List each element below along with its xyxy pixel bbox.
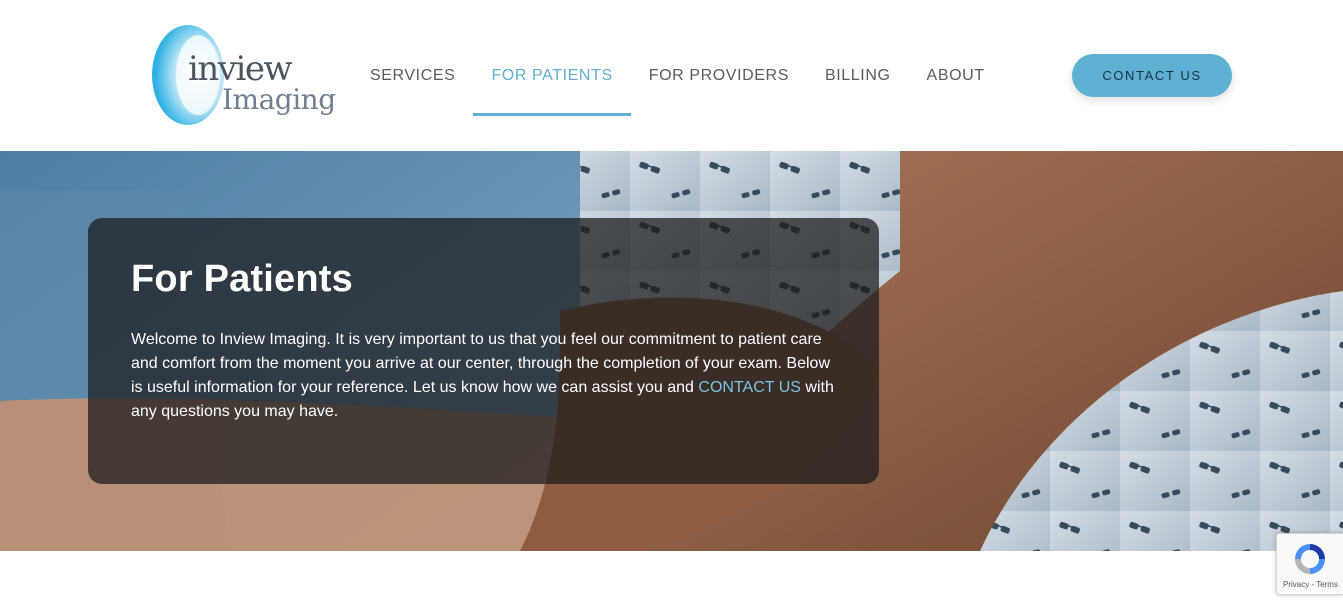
nav-label: FOR PROVIDERS: [648, 66, 789, 84]
active-nav-underline: [473, 113, 631, 116]
nav-label: BILLING: [824, 66, 891, 84]
nav-for-patients[interactable]: FOR PATIENTS: [473, 0, 631, 151]
contact-us-link[interactable]: CONTACT US: [698, 379, 801, 396]
nav-for-providers[interactable]: FOR PROVIDERS: [631, 0, 807, 151]
inview-imaging-logo[interactable]: inview Imaging: [150, 22, 340, 130]
intro-paragraph: Welcome to Inview Imaging. It is very im…: [131, 328, 841, 424]
logo-text-imaging: Imaging: [222, 83, 336, 116]
nav-label: SERVICES: [370, 66, 456, 84]
recaptcha-icon: [1295, 544, 1325, 574]
main-nav: SERVICES FOR PATIENTS FOR PROVIDERS BILL…: [352, 0, 1003, 151]
logo-text-inview: inview: [188, 49, 293, 89]
recaptcha-privacy-terms[interactable]: Privacy - Terms: [1283, 580, 1338, 589]
nav-about[interactable]: ABOUT: [909, 0, 1003, 151]
nav-label: ABOUT: [926, 66, 985, 84]
site-header: inview Imaging SERVICES FOR PATIENTS FOR…: [0, 0, 1343, 151]
nav-billing[interactable]: BILLING: [807, 0, 909, 151]
nav-label: FOR PATIENTS: [491, 66, 613, 84]
page-title: For Patients: [131, 258, 353, 300]
contact-us-button[interactable]: CONTACT US: [1072, 54, 1232, 97]
intro-overlay-card: For Patients Welcome to Inview Imaging. …: [88, 218, 879, 484]
hero-banner: For Patients Welcome to Inview Imaging. …: [0, 151, 1343, 551]
recaptcha-badge[interactable]: Privacy - Terms: [1276, 533, 1343, 595]
nav-services[interactable]: SERVICES: [352, 0, 473, 151]
